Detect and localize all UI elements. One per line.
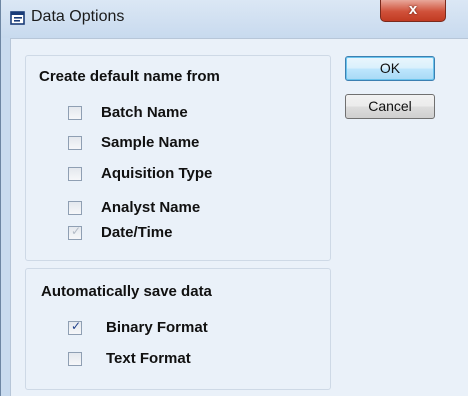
close-button[interactable]: x (380, 0, 446, 22)
option-acquisition-type[interactable]: Aquisition Type (68, 165, 308, 185)
acquisition-type-checkbox[interactable] (68, 167, 82, 181)
option-analyst-name[interactable]: Analyst Name (68, 199, 308, 219)
option-label: Date/Time (101, 224, 173, 241)
ok-button[interactable]: OK (345, 56, 435, 81)
checkmark-icon: ✓ (70, 319, 82, 333)
date-time-checkbox: ✓ (68, 224, 82, 240)
option-label: Binary Format (106, 319, 208, 336)
title-bar[interactable]: Data Options x (1, 0, 468, 38)
option-batch-name[interactable]: Batch Name (68, 104, 308, 124)
text-format-checkbox[interactable] (68, 352, 82, 366)
app-icon (10, 10, 26, 26)
option-binary-format[interactable]: ✓ Binary Format (68, 319, 308, 339)
option-sample-name[interactable]: Sample Name (68, 134, 308, 154)
dialog-window: Data Options x Create default name from … (0, 0, 468, 396)
window-title: Data Options (31, 8, 125, 25)
option-label: Sample Name (101, 134, 200, 151)
name-source-group: Create default name from Batch Name Samp… (25, 55, 331, 261)
option-label: Text Format (106, 350, 191, 367)
sample-name-checkbox[interactable] (68, 136, 82, 150)
option-text-format[interactable]: Text Format (68, 350, 308, 370)
analyst-name-checkbox[interactable] (68, 201, 82, 215)
option-label: Aquisition Type (101, 165, 213, 182)
dialog-client-area: Create default name from Batch Name Samp… (10, 38, 468, 396)
batch-name-checkbox[interactable] (68, 106, 82, 120)
option-label: Analyst Name (101, 199, 201, 216)
auto-save-group-title: Automatically save data (41, 283, 212, 300)
checkmark-icon: ✓ (70, 224, 82, 238)
option-label: Batch Name (101, 104, 188, 121)
close-icon: x (408, 1, 418, 18)
binary-format-checkbox[interactable]: ✓ (68, 319, 82, 335)
name-source-group-title: Create default name from (39, 68, 220, 85)
cancel-button[interactable]: Cancel (345, 94, 435, 119)
option-date-time: ✓ Date/Time (68, 224, 308, 244)
auto-save-group: Automatically save data ✓ Binary Format … (25, 268, 331, 390)
